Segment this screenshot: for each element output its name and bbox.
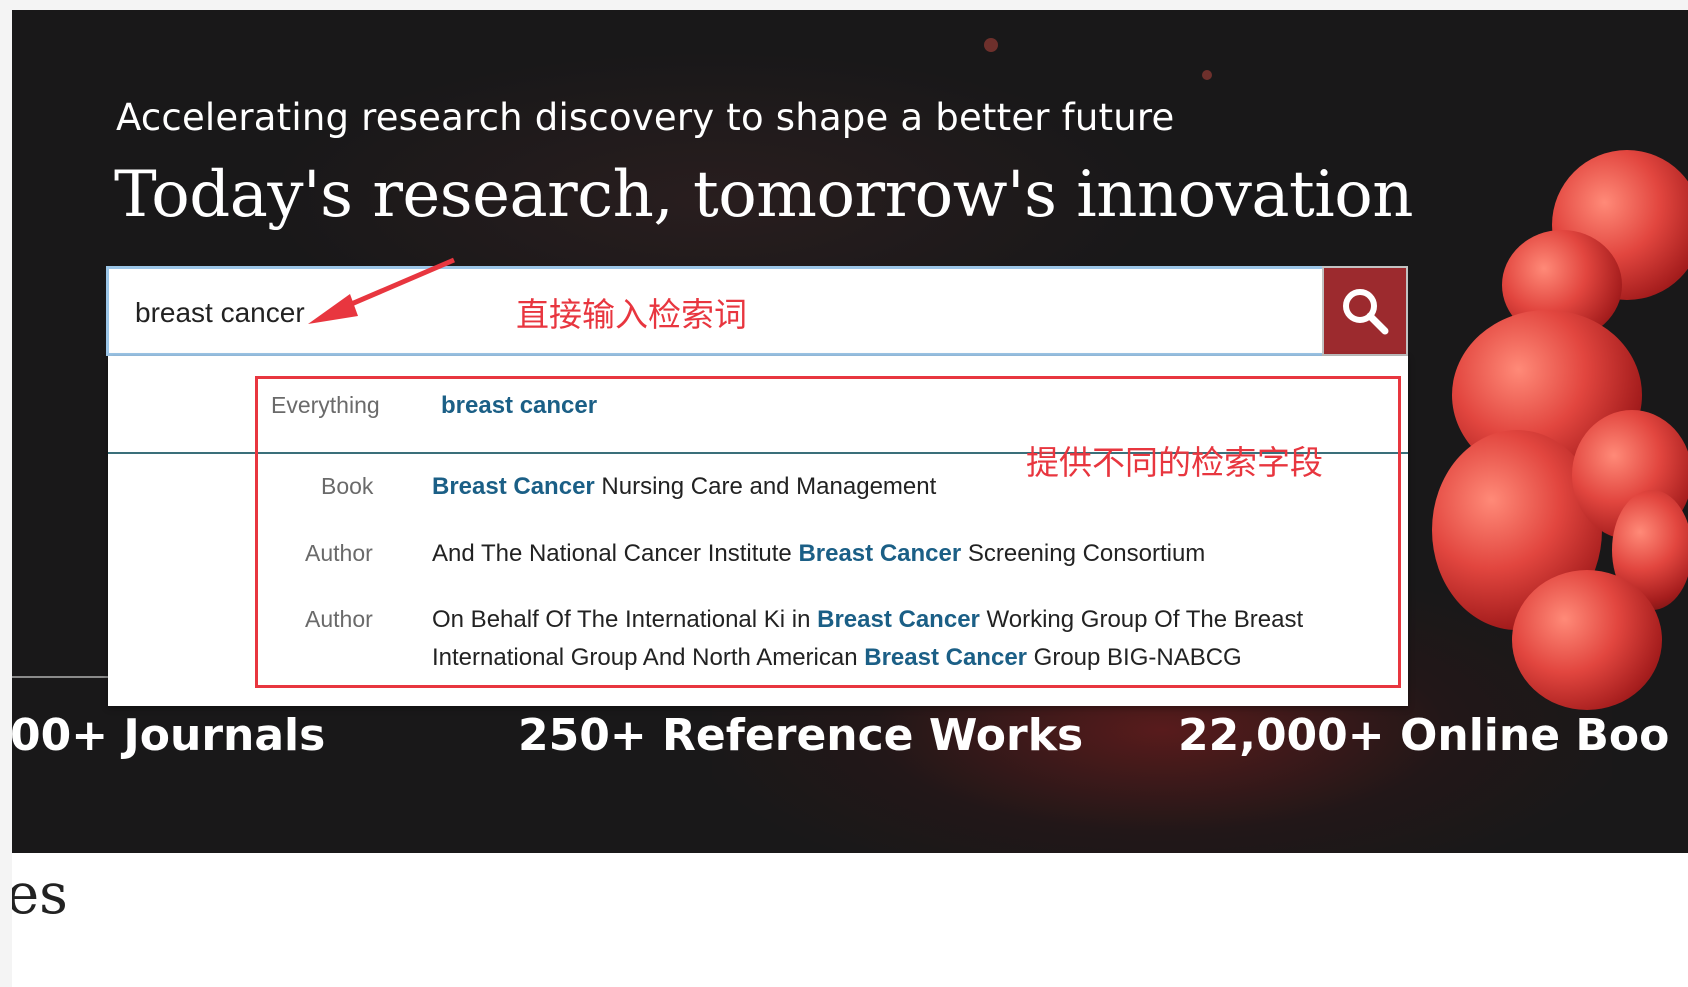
stat-reference-works: 250+ Reference Works [518,710,1084,761]
page: Accelerating research discovery to shape… [12,10,1688,987]
annotation-arrow-icon [308,257,455,324]
annotation-highlight-box [255,376,1401,688]
search-button[interactable] [1322,266,1408,356]
stat-online-books: 22,000+ Online Boo [1178,710,1670,761]
stat-journals: 00+ Journals [12,710,326,761]
annotation-input-note: 直接输入检索词 [516,295,747,334]
search-icon [1343,289,1389,335]
divider-line [12,676,122,678]
cell-image-blob [1512,570,1662,710]
background-speck [1202,70,1212,80]
background-speck [984,38,998,52]
annotation-fields-note: 提供不同的检索字段 [1026,443,1323,482]
hero-headline: Today's research, tomorrow's innovation [114,158,1413,232]
section-heading-partial: es [12,862,68,927]
hero-tagline: Accelerating research discovery to shape… [116,96,1175,139]
